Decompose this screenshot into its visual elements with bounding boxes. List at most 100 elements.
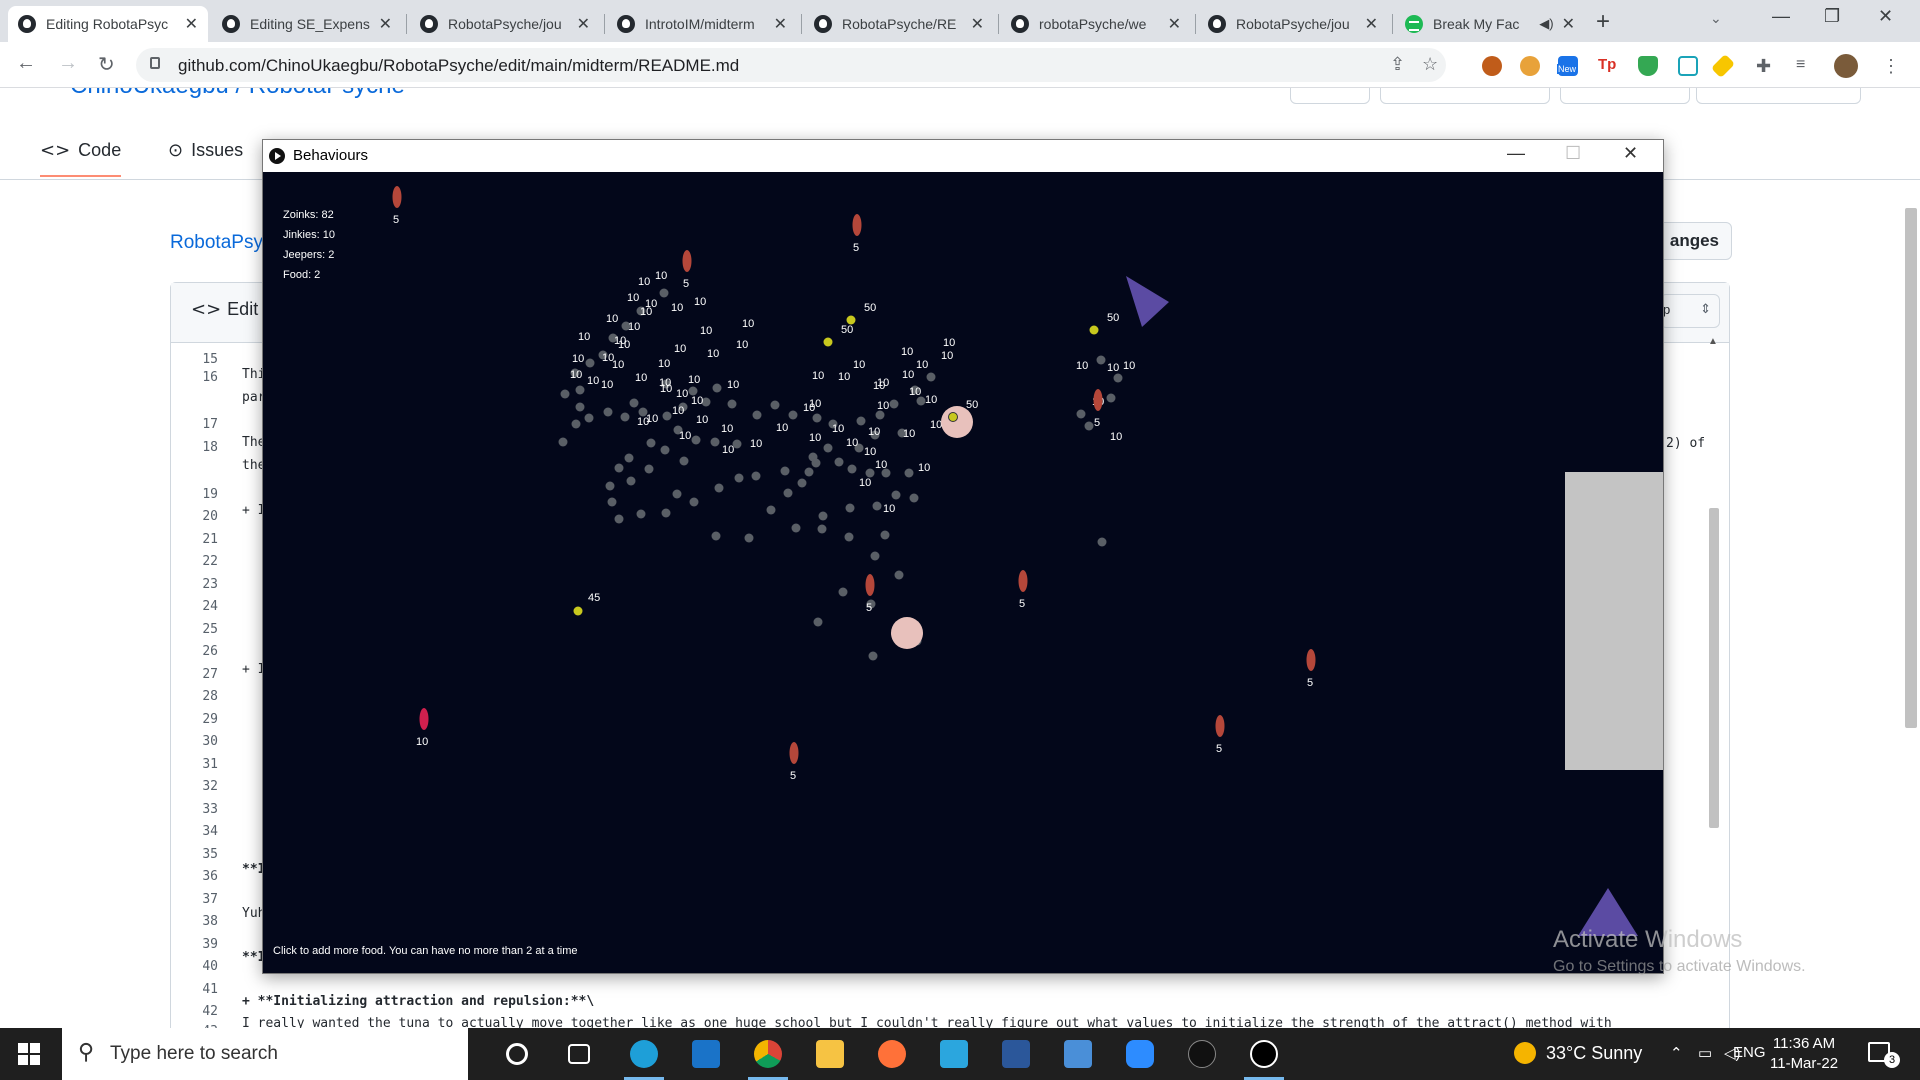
- word-icon[interactable]: [1002, 1040, 1030, 1068]
- new-tab-button[interactable]: +: [1596, 8, 1610, 36]
- reading-list-icon[interactable]: ≡: [1796, 56, 1816, 76]
- code-fragment[interactable]: 2) of: [1666, 436, 1705, 451]
- menu-kebab-icon[interactable]: ⋮: [1882, 56, 1902, 76]
- windows-start-icon[interactable]: [18, 1043, 40, 1065]
- zoink-dot: [644, 464, 654, 474]
- taskbar-search[interactable]: ⚲ Type here to search: [62, 1028, 468, 1080]
- chrome-icon[interactable]: [754, 1040, 782, 1068]
- code-line[interactable]: + **Initializing attraction and repulsio…: [242, 994, 594, 1009]
- weather-widget[interactable]: 33°C Sunny: [1514, 1042, 1642, 1064]
- edge-icon[interactable]: [630, 1040, 658, 1068]
- chevron-down-icon[interactable]: ⌄: [1710, 10, 1722, 27]
- tab-break-my-face[interactable]: Break My Fac ◀) ✕: [1395, 6, 1585, 42]
- breadcrumb[interactable]: RobotaPsy: [170, 232, 263, 254]
- simulation-canvas[interactable]: 10 10 10 10 10 10 10 10 10 10 10 10 10 10 10 10 10 10 10 10…: [263, 172, 1663, 973]
- zoink-dot: [626, 476, 636, 486]
- zoink-dot: [889, 399, 899, 409]
- close-icon[interactable]: ✕: [1168, 14, 1181, 34]
- jeeper-triangle: [1578, 888, 1638, 936]
- tab-robotapsyche-we[interactable]: robotaPsyche/we ✕: [1001, 6, 1191, 42]
- extension-copy-icon[interactable]: [1678, 56, 1698, 76]
- close-icon[interactable]: ✕: [379, 14, 392, 34]
- wrap-mode-select[interactable]: p ⇕: [1660, 294, 1720, 328]
- close-icon[interactable]: ✕: [1562, 14, 1575, 34]
- system-clock[interactable]: 11:36 AM 11-Mar-22: [1770, 1034, 1838, 1074]
- close-icon[interactable]: ✕: [577, 14, 590, 34]
- extension-shield-icon[interactable]: [1638, 56, 1658, 76]
- file-explorer-icon[interactable]: [816, 1040, 844, 1068]
- zoink-label: 10: [679, 430, 691, 442]
- zoink-dot: [672, 489, 682, 499]
- close-icon[interactable]: ✕: [774, 14, 787, 34]
- github-icon: [18, 15, 36, 33]
- creatures-layer: 101010 10 10 101010101010101010 1010 10 101010…: [392, 186, 1316, 782]
- tab-editing-se-expens[interactable]: Editing SE_Expens ✕: [212, 6, 402, 42]
- cortana-icon[interactable]: [506, 1043, 528, 1065]
- extension-coffee-icon[interactable]: [1482, 56, 1502, 76]
- editor-scroll-thumb[interactable]: [1709, 508, 1719, 828]
- close-icon[interactable]: ✕: [185, 14, 198, 34]
- firefox-icon[interactable]: [878, 1040, 906, 1068]
- zoink-dot: [856, 416, 866, 426]
- zoink-label: 10: [688, 374, 700, 386]
- close-icon[interactable]: ✕: [1623, 143, 1638, 164]
- reload-icon[interactable]: ↻: [98, 52, 115, 77]
- zoink-dot: [880, 530, 890, 540]
- page-scroll-thumb[interactable]: [1905, 208, 1917, 728]
- repo-action-button[interactable]: [1290, 88, 1370, 104]
- canvas-hint: Click to add more food. You can have no …: [273, 945, 578, 957]
- maximize-icon[interactable]: ☐: [1565, 143, 1581, 164]
- zoink-dot: [817, 524, 827, 534]
- extension-new-icon[interactable]: New: [1557, 56, 1578, 76]
- close-icon[interactable]: ✕: [1365, 14, 1378, 34]
- repo-header[interactable]: ChinoUkaegbu / RobotaPsyche: [70, 88, 405, 100]
- zoink-label: 10: [864, 446, 876, 458]
- tray-chevron-up-icon[interactable]: ⌃: [1670, 1044, 1683, 1062]
- tab-introtoim-midterm[interactable]: IntrotoIM/midterm ✕: [607, 6, 797, 42]
- extension-highlighter-icon[interactable]: [1710, 53, 1736, 79]
- scroll-up-icon[interactable]: ▲: [1708, 336, 1718, 347]
- minimize-icon[interactable]: —: [1772, 6, 1790, 27]
- repo-action-button[interactable]: [1696, 88, 1861, 104]
- processing-sketch-icon[interactable]: [1250, 1040, 1278, 1068]
- window-titlebar[interactable]: Behaviours — ☐ ✕: [263, 140, 1663, 172]
- tab-editing-robotapsyche[interactable]: Editing RobotaPsyc ✕: [8, 6, 208, 42]
- food-pellet: [941, 406, 973, 438]
- zoink-label: 10: [875, 459, 887, 471]
- tab-code[interactable]: <> Code: [40, 140, 122, 177]
- code-line[interactable]: I really wanted the tuna to actually mov…: [242, 1016, 1612, 1028]
- close-icon[interactable]: ✕: [971, 14, 984, 34]
- extension-honey-icon[interactable]: [1520, 56, 1540, 76]
- tab-robotapsyche-re[interactable]: RobotaPsyche/RE ✕: [804, 6, 994, 42]
- messaging-app-icon[interactable]: [940, 1040, 968, 1068]
- back-arrow-icon[interactable]: ←: [16, 52, 36, 75]
- edit-file-tab[interactable]: <> Edit f: [191, 299, 268, 320]
- language-indicator[interactable]: ENG: [1733, 1044, 1766, 1061]
- restore-icon[interactable]: ❐: [1824, 6, 1840, 27]
- network-icon[interactable]: ▭: [1698, 1044, 1712, 1062]
- speaker-icon[interactable]: ◀): [1539, 16, 1553, 32]
- url-text[interactable]: github.com/ChinoUkaegbu/RobotaPsyche/edi…: [178, 56, 739, 76]
- profile-avatar[interactable]: [1834, 54, 1858, 78]
- bookmark-star-icon[interactable]: ☆: [1422, 54, 1438, 75]
- zoom-icon[interactable]: [1126, 1040, 1154, 1068]
- mail-icon[interactable]: [692, 1040, 720, 1068]
- repo-action-button[interactable]: [1380, 88, 1550, 104]
- zoink-dot: [812, 413, 822, 423]
- url-bar[interactable]: github.com/ChinoUkaegbu/RobotaPsyche/edi…: [136, 48, 1446, 82]
- photos-icon[interactable]: [1064, 1040, 1092, 1068]
- close-window-icon[interactable]: ✕: [1878, 6, 1893, 27]
- tab-issues[interactable]: ⊙ Issues: [168, 140, 243, 161]
- share-icon[interactable]: ⇪: [1390, 54, 1405, 75]
- forward-arrow-icon[interactable]: →: [58, 52, 78, 75]
- extensions-puzzle-icon[interactable]: ✚: [1756, 56, 1776, 76]
- processing-ide-icon[interactable]: [1188, 1040, 1216, 1068]
- line-number: 34: [202, 824, 218, 839]
- repo-action-button[interactable]: [1560, 88, 1690, 104]
- task-view-icon[interactable]: [568, 1044, 590, 1064]
- tab-robotapsyche-jou-2[interactable]: RobotaPsyche/jou ✕: [1198, 6, 1388, 42]
- tab-robotapsyche-jou[interactable]: RobotaPsyche/jou ✕: [410, 6, 600, 42]
- lock-icon[interactable]: [150, 57, 160, 69]
- extension-tp-icon[interactable]: Tp: [1598, 56, 1618, 76]
- minimize-icon[interactable]: —: [1507, 143, 1525, 164]
